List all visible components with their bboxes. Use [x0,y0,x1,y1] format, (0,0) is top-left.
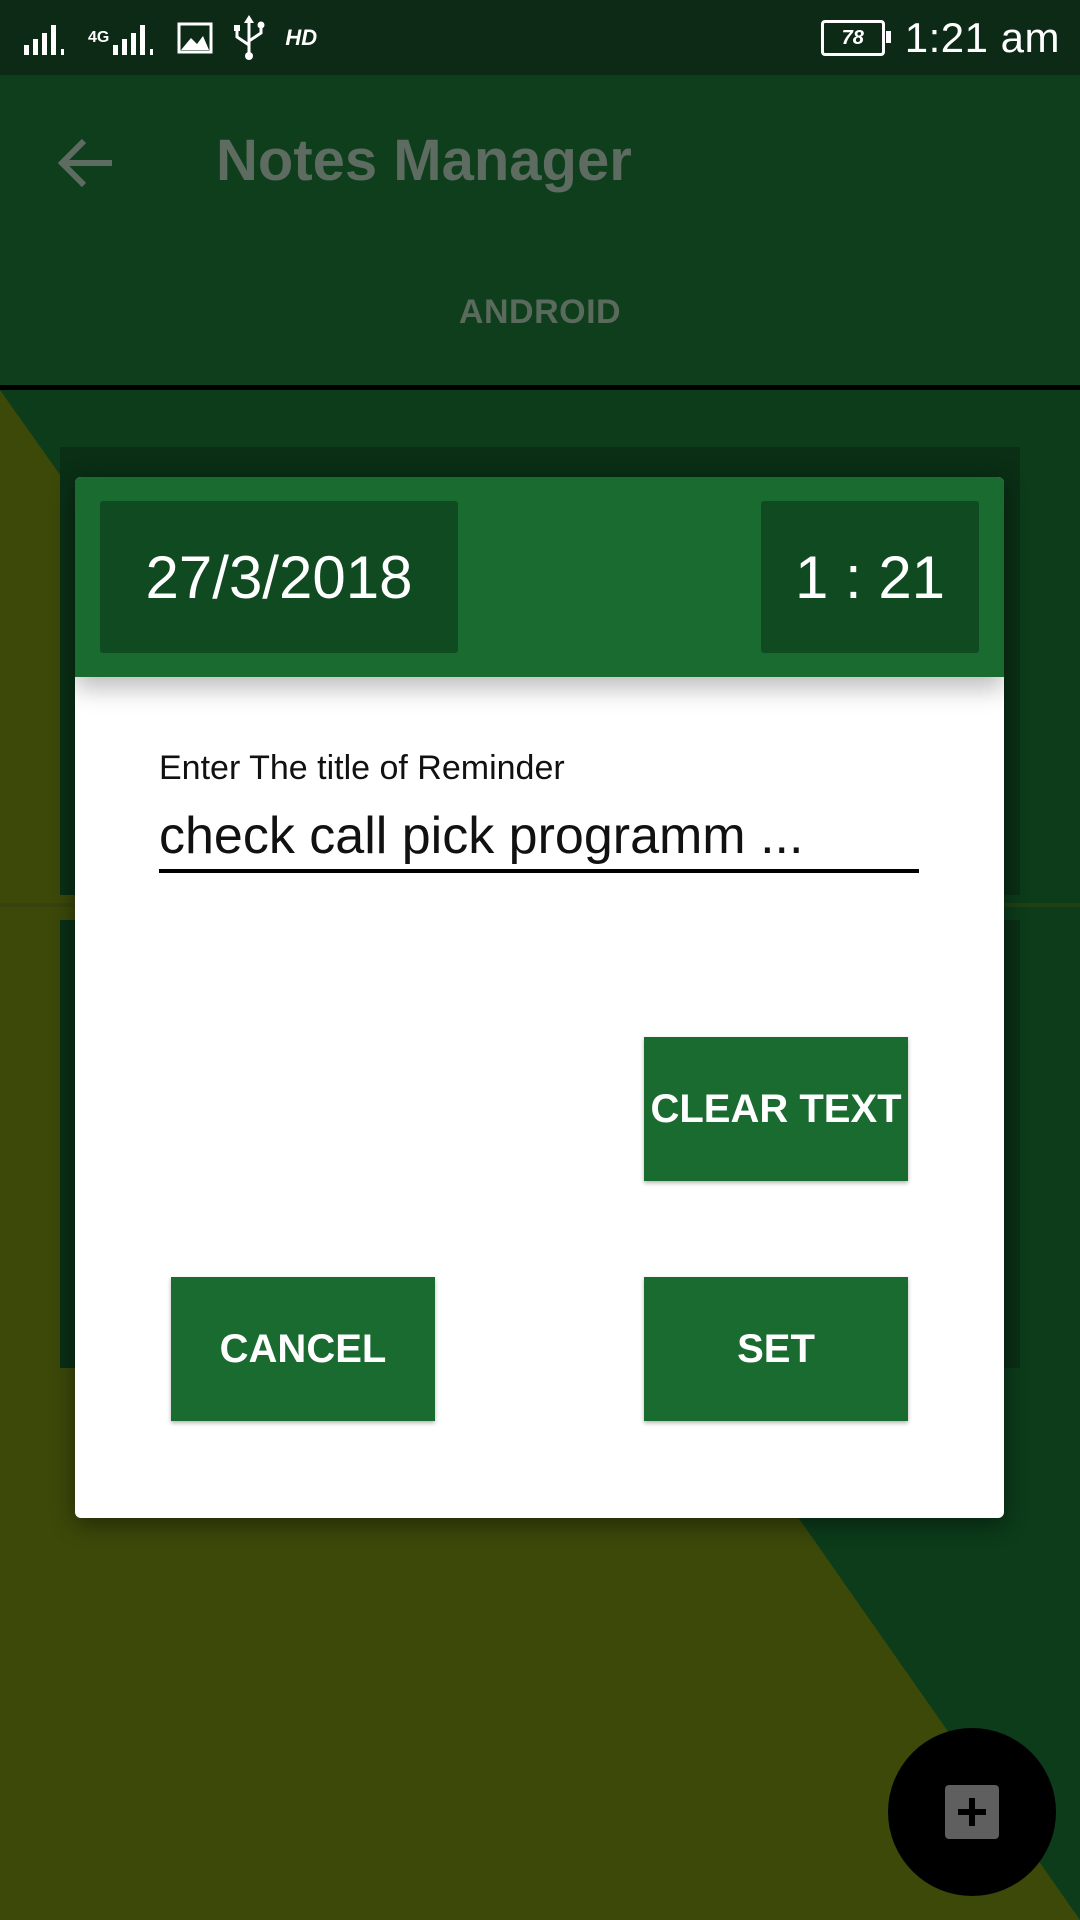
signal-sim2-icon [113,25,154,55]
network-type-label: 4G [88,29,110,46]
usb-icon [234,15,265,60]
plus-icon [945,1785,999,1839]
add-note-fab[interactable] [888,1728,1056,1896]
battery-level: 78 [841,26,864,49]
back-button[interactable] [52,127,124,199]
time-picker-button[interactable]: 1 : 21 [761,501,979,653]
reminder-title-label: Enter The title of Reminder [159,749,565,787]
date-picker-button[interactable]: 27/3/2018 [100,501,458,653]
clear-text-button[interactable]: CLEAR TEXT [644,1037,908,1181]
status-time: 1:21 am [904,14,1060,61]
reminder-dialog: 27/3/2018 1 : 21 Enter The title of Remi… [75,477,1004,1518]
dialog-header: 27/3/2018 1 : 21 [75,477,1004,677]
arrow-left-icon [57,138,112,188]
battery-icon: 78 [820,20,891,56]
hd-indicator: HD [285,25,318,50]
app-toolbar: Notes Manager ANDROID [0,75,1080,390]
tab-android[interactable]: ANDROID [0,293,1080,332]
app-title: Notes Manager [216,128,632,193]
reminder-title-input[interactable] [159,803,919,873]
signal-sim1-icon [24,25,64,55]
image-notification-icon [177,22,213,54]
status-bar: 4G HD 78 1:21 am [0,0,1080,75]
cancel-button[interactable]: CANCEL [171,1277,435,1421]
set-button[interactable]: SET [644,1277,908,1421]
